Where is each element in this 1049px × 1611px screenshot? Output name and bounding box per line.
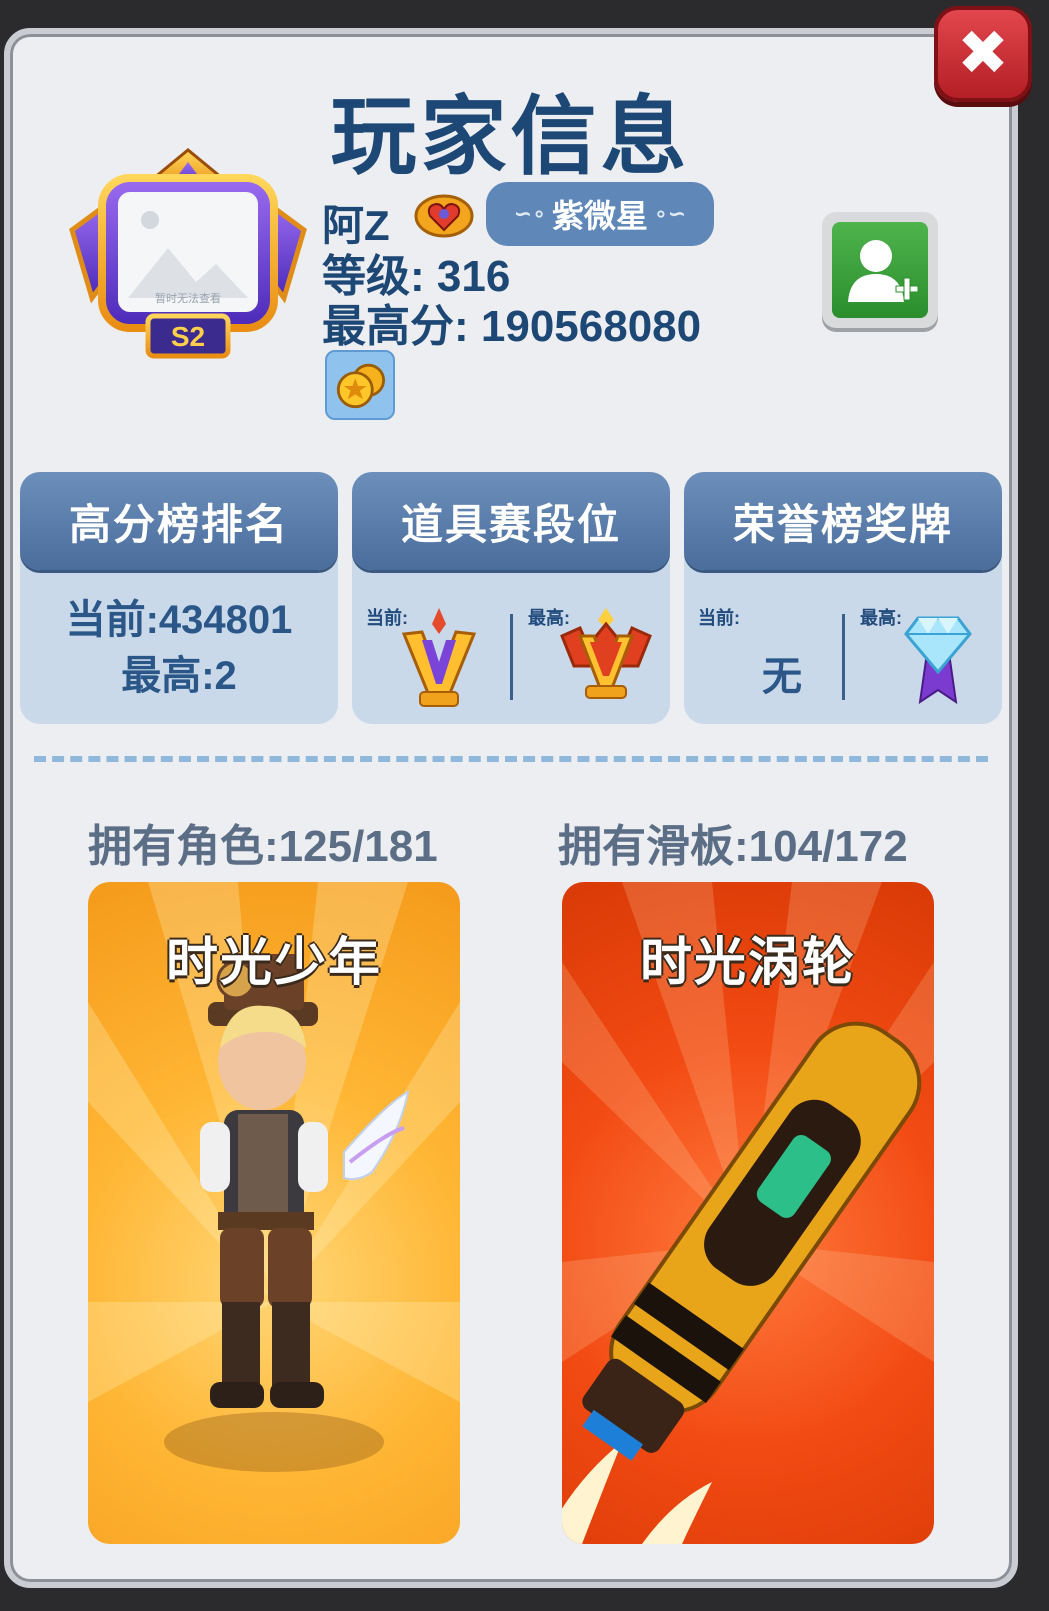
medal-best-label: 最高: [860,608,902,628]
owned-characters-count: 拥有角色:125/181 [88,822,438,871]
season-badge: S2 [171,321,205,352]
honor-medal-title: 荣誉榜奖牌 [684,472,1002,570]
medal-current-label: 当前: [698,608,740,628]
owned-boards-count: 拥有滑板:104/172 [558,822,908,871]
best-score-line: 最高分: 190568080 [322,290,701,354]
section-divider [34,756,988,762]
item-race-division-title: 道具赛段位 [352,472,670,570]
rank-best: 最高:2 [121,654,237,698]
divider [510,614,513,700]
board-showcase[interactable]: 时光涡轮 [562,882,934,1544]
divider [842,614,845,700]
flame-icon [562,1442,712,1544]
leaderboard-rank-title: 高分榜排名 [20,472,338,570]
best-score-label: 最高分: [322,302,469,351]
board-name: 时光涡轮 [639,934,856,992]
add-friend-icon [848,240,919,302]
item-race-division-card[interactable]: 道具赛段位 当前: 最高: [352,472,670,724]
medal-current-value: 无 [762,655,802,699]
add-friend-button[interactable] [822,212,938,328]
ornament-left-icon: ∽∘ [513,201,546,226]
avatar-placeholder-text: 暂时无法查看 [155,291,221,305]
image-placeholder-icon [141,211,159,229]
red-v-rank-icon [560,608,652,699]
diamond-medal-icon [904,616,972,704]
character-name: 时光少年 [165,934,382,992]
title-tag-text: 紫微星 [551,198,648,234]
avatar-frame[interactable]: 暂时无法查看 S2 [68,148,308,364]
best-score-value: 190568080 [480,302,702,351]
vip-heart-badge-icon[interactable] [414,188,474,240]
purple-v-rank-icon [401,608,477,707]
coin-badge-icon[interactable] [325,350,395,420]
character-showcase[interactable]: 时光少年 [88,882,460,1544]
rank-current: 当前:434801 [65,598,293,642]
ornament-right-icon: ∘∽ [654,201,687,226]
honor-medal-card[interactable]: 荣誉榜奖牌 当前: 无 最高: [684,472,1002,724]
leaderboard-rank-card[interactable]: 高分榜排名 当前:434801 最高:2 [20,472,338,724]
title-tag: ∽∘ 紫微星 ∘∽ [486,182,714,246]
